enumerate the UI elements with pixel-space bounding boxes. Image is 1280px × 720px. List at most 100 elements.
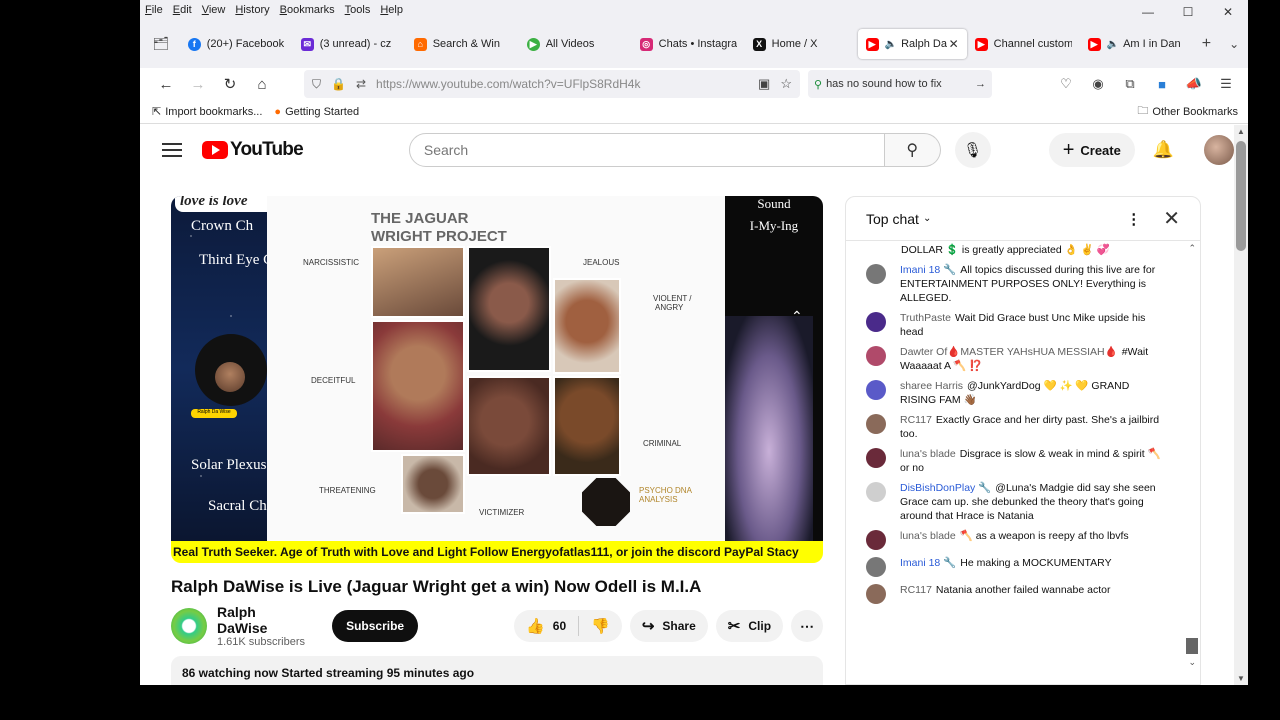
chat-avatar[interactable]: [866, 530, 886, 550]
chevron-down-icon[interactable]: ⌄: [1188, 657, 1196, 668]
more-vert-icon[interactable]: ⋮: [1126, 210, 1141, 228]
tab-all-videos[interactable]: ▶ All Videos: [519, 29, 632, 59]
bookmark-import[interactable]: ⇱ Import bookmarks...: [152, 105, 262, 119]
close-tab-icon[interactable]: ✕: [949, 37, 959, 51]
chevron-down-icon[interactable]: ⌄: [1220, 37, 1248, 51]
share-icon: ↪: [641, 618, 655, 635]
avatar[interactable]: [1204, 135, 1234, 165]
shield-icon[interactable]: ⛉: [312, 77, 321, 92]
clip-button[interactable]: ✂ Clip: [715, 610, 784, 642]
page-scrollbar[interactable]: ▲ ▼: [1234, 125, 1248, 685]
pocket-icon[interactable]: ♡: [1050, 70, 1082, 98]
picture-icon[interactable]: ▣: [758, 76, 770, 92]
chat-avatar[interactable]: [866, 414, 886, 434]
permissions-icon[interactable]: ⇄: [356, 77, 366, 91]
yt-search-input[interactable]: Search: [408, 133, 885, 167]
chat-author[interactable]: TruthPaste: [900, 312, 951, 324]
tab-youtube-active[interactable]: ▶ 🔈 Ralph Da ✕: [857, 29, 967, 59]
chat-avatar[interactable]: [866, 264, 886, 284]
chevron-up-icon[interactable]: ⌃: [1188, 243, 1196, 254]
menu-help[interactable]: Help: [380, 4, 403, 16]
new-tab-button[interactable]: +: [1193, 30, 1221, 58]
star-icon[interactable]: ☆: [780, 76, 792, 92]
extension-blue-icon[interactable]: ■: [1146, 70, 1178, 98]
close-icon[interactable]: ✕: [1163, 206, 1180, 231]
hamburger-menu-icon[interactable]: [162, 143, 182, 157]
lock-icon[interactable]: 🔒: [331, 77, 346, 91]
top-chat-dropdown[interactable]: Top chat: [866, 211, 919, 227]
speaker-icon[interactable]: 🔈: [1107, 39, 1119, 50]
dislike-button[interactable]: 👎: [579, 617, 622, 635]
menu-tools[interactable]: Tools: [345, 4, 371, 16]
youtube-icon: ▶: [865, 37, 879, 51]
microphone-icon[interactable]: 🎙: [954, 132, 991, 168]
chat-scrollbar-thumb[interactable]: [1186, 638, 1198, 654]
scroll-up-icon[interactable]: ▲: [1237, 127, 1245, 136]
chat-avatar[interactable]: [866, 448, 886, 468]
chevron-down-icon[interactable]: ⌄: [923, 213, 931, 224]
chat-author[interactable]: DisBishDonPlay 🔧: [900, 482, 991, 494]
speaker-icon[interactable]: 🔈: [885, 39, 897, 50]
tab-x[interactable]: X Home / X: [745, 29, 858, 59]
menu-bookmarks[interactable]: Bookmarks: [280, 4, 335, 16]
menu-view[interactable]: View: [202, 4, 226, 16]
search-bar[interactable]: ⚲ has no sound how to fix →: [808, 70, 992, 98]
chat-author[interactable]: Dawter Of🩸MASTER YAHsHUA MESSIAH🩸: [900, 346, 1118, 358]
chat-author[interactable]: RC117: [900, 584, 932, 596]
chat-author[interactable]: luna's blade: [900, 448, 956, 460]
chat-avatar[interactable]: [866, 380, 886, 400]
tab-search-win[interactable]: ⌂ Search & Win: [406, 29, 519, 59]
chat-author[interactable]: Imani 18 🔧: [900, 264, 956, 276]
account-icon[interactable]: ◉: [1082, 70, 1114, 98]
bookmark-other[interactable]: 🗀 Other Bookmarks: [1137, 102, 1238, 121]
bell-icon[interactable]: 🔔: [1153, 140, 1174, 160]
chat-avatar[interactable]: [866, 584, 886, 604]
forward-button[interactable]: →: [182, 70, 214, 98]
subscribe-button[interactable]: Subscribe: [332, 610, 419, 642]
menu-edit[interactable]: Edit: [173, 4, 192, 16]
youtube-logo[interactable]: YouTube: [202, 139, 304, 161]
tab-channel-custom[interactable]: ▶ Channel custom: [967, 29, 1080, 59]
tab-overview-icon[interactable]: 🗂: [148, 31, 174, 57]
extension-red-icon[interactable]: 📣: [1178, 70, 1210, 98]
project-title: THE JAGUAR WRIGHT PROJECT: [371, 210, 507, 245]
tab-facebook[interactable]: f (20+) Facebook: [180, 29, 293, 59]
chat-avatar[interactable]: [866, 482, 886, 502]
right-text: I-My-Ing: [749, 218, 799, 233]
tab-am-i-in[interactable]: ▶ 🔈 Am I in Dan: [1080, 29, 1193, 59]
url-text[interactable]: https://www.youtube.com/watch?v=UFlpS8Rd…: [376, 77, 748, 91]
channel-avatar[interactable]: [171, 608, 207, 644]
chat-author[interactable]: Imani 18 🔧: [900, 557, 956, 569]
chat-author[interactable]: luna's blade: [900, 530, 956, 542]
chat-avatar[interactable]: [866, 312, 886, 332]
thumbs-up-icon: 👍: [526, 618, 545, 635]
bookmark-getting-started[interactable]: ● Getting Started: [274, 106, 359, 118]
more-actions-icon[interactable]: ⋯: [791, 610, 823, 642]
scrollbar-thumb[interactable]: [1236, 141, 1246, 251]
menu-file[interactable]: File: [145, 4, 163, 16]
home-button[interactable]: ⌂: [246, 70, 278, 98]
chat-author[interactable]: sharee Harris: [900, 380, 963, 392]
tab-mail[interactable]: ✉ (3 unread) - cz: [293, 29, 406, 59]
share-button[interactable]: ↪ Share: [629, 610, 708, 642]
chat-author[interactable]: RC117: [900, 414, 932, 426]
search-icon[interactable]: ⚲: [884, 133, 941, 167]
menu-history[interactable]: History: [235, 4, 269, 16]
reload-button[interactable]: ↻: [214, 70, 246, 98]
search-bar-text[interactable]: has no sound how to fix: [826, 78, 942, 90]
description-box[interactable]: 86 watching now Started streaming 95 min…: [171, 656, 823, 685]
menu-icon[interactable]: ☰: [1210, 70, 1242, 98]
chakra-text: Crown Ch: [191, 218, 254, 234]
scroll-down-icon[interactable]: ▼: [1237, 674, 1245, 683]
back-button[interactable]: ←: [150, 70, 182, 98]
chat-avatar[interactable]: [866, 346, 886, 366]
arrow-right-icon[interactable]: →: [975, 78, 986, 90]
like-button[interactable]: 👍 60: [514, 616, 580, 636]
chat-avatar[interactable]: [866, 557, 886, 577]
channel-name[interactable]: Ralph DaWise: [217, 604, 310, 636]
url-bar[interactable]: ⛉ 🔒 ⇄ https://www.youtube.com/watch?v=UF…: [304, 70, 800, 98]
video-player[interactable]: love is love Crown Ch Third Eye C Solar …: [171, 196, 823, 563]
extensions-icon[interactable]: ⧉: [1114, 70, 1146, 98]
tab-instagram[interactable]: ◎ Chats • Instagra: [632, 29, 745, 59]
create-button[interactable]: + Create: [1048, 133, 1135, 167]
